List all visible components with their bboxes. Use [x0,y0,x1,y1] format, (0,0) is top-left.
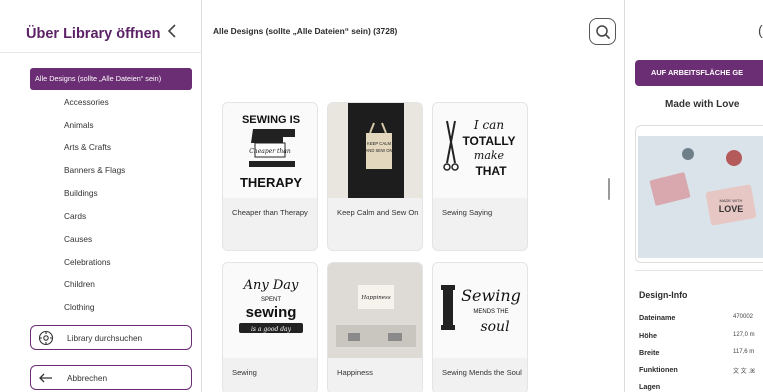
search-button[interactable] [589,18,616,45]
page-title: Alle Designs (sollte „Alle Dateien“ sein… [213,26,398,36]
design-card[interactable]: Any Day SPENT sewing is a good day Sewin… [222,262,318,392]
info-value: 文 文 .ꕤ [733,369,755,375]
search-library-button[interactable]: Library durchsuchen [30,325,192,350]
art-text: is a good day [251,326,292,333]
art-text: Sewing [461,286,521,305]
category-item[interactable]: Buildings [64,188,98,198]
search-library-icon [38,330,54,346]
art-text: soul [480,319,509,335]
arrow-left-icon [38,370,54,386]
info-key: Lagen [639,382,661,391]
info-row: Dateiname 470002 [639,313,763,325]
art-text: MENDS THE [473,309,508,315]
cancel-button[interactable]: Abbrechen [30,365,192,390]
design-card[interactable]: Sewing MENDS THE soul Sewing Mends the S… [432,262,528,392]
info-value: 470002 [733,314,754,320]
art-text: I can [473,118,504,132]
divider [635,270,763,271]
divider [0,52,202,53]
design-thumbnail: Happiness [328,263,422,358]
design-label: Sewing Mends the Soul [442,368,522,377]
close-icon[interactable]: ( [758,22,763,38]
design-preview-image: MADE WITH LOVE [638,136,763,258]
design-label: Keep Calm and Sew On [337,208,419,217]
design-thumbnail: I can TOTALLY make THAT [433,103,527,198]
info-value: 127,0 m [733,332,755,338]
info-value: 117,6 m [733,349,755,355]
design-thumbnail: KEEP CALM AND SEW ON [328,103,422,198]
category-item[interactable]: Cards [64,211,86,221]
category-item[interactable]: Animals [64,120,94,130]
art-text: make [474,149,505,162]
design-info-title: Design-Info [639,290,688,300]
art-text: Any Day [243,278,299,293]
category-item[interactable]: Clothing [64,302,94,312]
design-card[interactable]: KEEP CALM AND SEW ON Keep Calm and Sew O… [327,102,423,251]
category-item[interactable]: Celebrations [64,257,111,267]
design-card[interactable]: I can TOTALLY make THAT Sewing Saying [432,102,528,251]
category-item[interactable]: Children [64,279,95,289]
design-thumbnail: Sewing MENDS THE soul [433,263,527,358]
design-detail-panel: ( AUF ARBEITSFLÄCHE GE Made with Love MA… [624,0,763,392]
design-label: Happiness [337,368,373,377]
design-preview: MADE WITH LOVE [635,125,763,263]
art-text: Cheaper than [249,148,291,155]
info-row: Funktionen 文 文 .ꕤ [639,365,763,377]
info-key: Höhe [639,331,657,340]
art-text: SEWING IS [242,114,300,126]
category-list: Alle Designs (sollte „Alle Dateien“ sein… [30,68,196,312]
category-item[interactable]: Arts & Crafts [64,142,111,152]
art-text: TOTALLY [462,134,515,148]
info-row: Lagen [639,382,763,392]
art-text: KEEP CALM [367,141,391,146]
category-item[interactable]: Causes [64,234,92,244]
art-text: MADE WITH [720,198,743,203]
info-row: Höhe 127,0 m [639,331,763,343]
search-icon [596,25,611,40]
info-key: Breite [639,348,660,357]
category-item[interactable]: Banners & Flags [64,165,125,175]
art-text: THAT [475,164,507,178]
info-key: Dateiname [639,313,676,322]
design-thumbnail: SEWING IS Cheaper than THERAPY [223,103,317,198]
art-text: SPENT [261,297,281,303]
design-card[interactable]: SEWING IS Cheaper than THERAPY Cheaper t… [222,102,318,251]
art-text: LOVE [719,204,744,214]
scrollbar-thumb[interactable] [608,178,610,200]
design-title: Made with Love [665,99,740,110]
design-thumbnail: Any Day SPENT sewing is a good day [223,263,317,358]
design-label: Cheaper than Therapy [232,208,308,217]
design-label: Sewing [232,368,257,377]
search-library-label: Library durchsuchen [67,333,143,343]
sidebar-title: Über Library öffnen [26,26,161,42]
design-card[interactable]: Happiness Happiness [327,262,423,392]
art-text: sewing [246,304,297,321]
library-sidebar: Über Library öffnen Alle Designs (sollte… [0,0,202,392]
app-window: Über Library öffnen Alle Designs (sollte… [0,0,763,392]
cancel-label: Abbrechen [67,373,108,383]
design-label: Sewing Saying [442,208,493,217]
art-text: Happiness [360,295,390,301]
design-browser: Alle Designs (sollte „Alle Dateien“ sein… [203,0,623,392]
category-item-all-designs[interactable]: Alle Designs (sollte „Alle Dateien“ sein… [30,68,192,90]
apply-to-canvas-button[interactable]: AUF ARBEITSFLÄCHE GE [635,60,763,86]
art-text: AND SEW ON [366,148,393,153]
chevron-left-icon[interactable] [166,23,180,41]
info-key: Funktionen [639,365,678,374]
info-row: Breite 117,6 m [639,348,763,360]
category-item[interactable]: Accessories [64,97,109,107]
art-text: THERAPY [240,175,302,190]
